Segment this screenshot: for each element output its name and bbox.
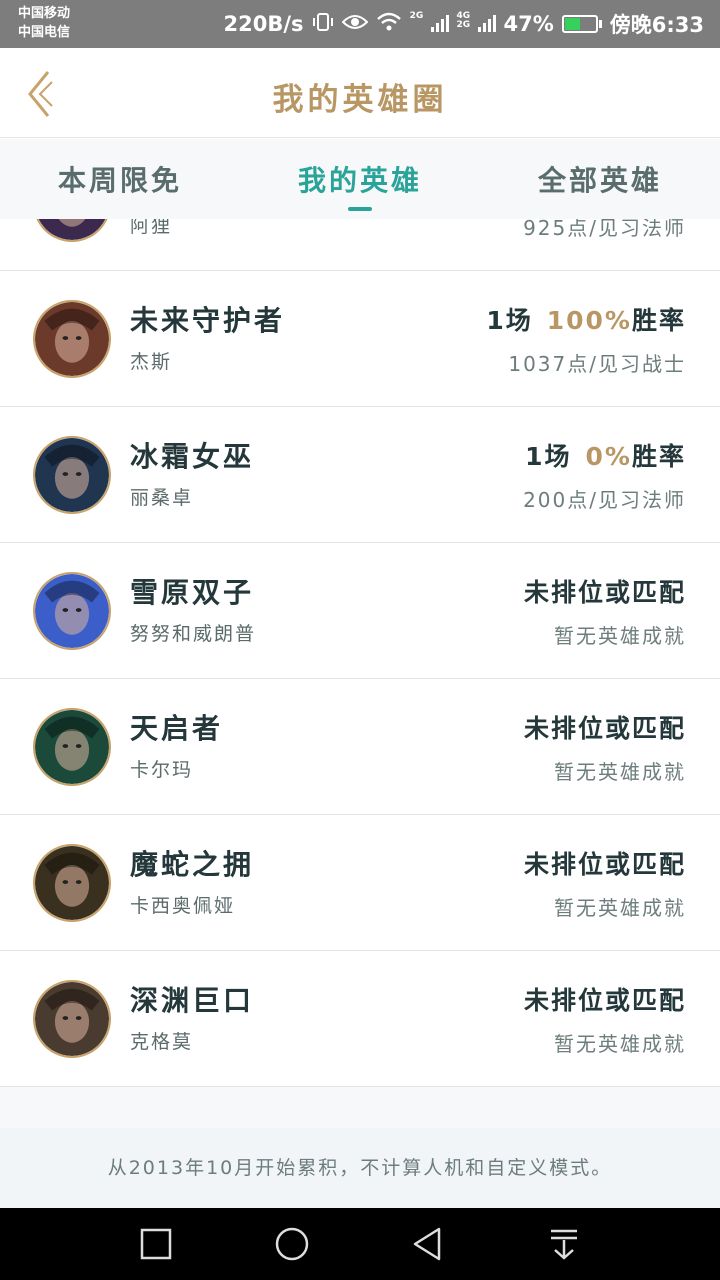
hero-meta: 200点/见习法师 — [523, 488, 686, 512]
carrier-info: 中国移动 中国电信 — [18, 4, 70, 42]
footnote: 从2013年10月开始累积，不计算人机和自定义模式。 — [0, 1128, 720, 1208]
hero-row[interactable]: 冰霜女巫 丽桑卓 1场 0%胜率 200点/见习法师 — [0, 407, 720, 543]
hero-status: 未排位或匹配 — [523, 578, 686, 607]
hero-avatar — [33, 708, 111, 786]
hero-avatar — [33, 219, 111, 242]
hero-portrait-icon — [35, 574, 109, 648]
hero-meta: 925点/见习法师 — [523, 219, 686, 240]
square-icon — [140, 1228, 172, 1260]
hero-meta: 1037点/见习战士 — [508, 352, 686, 376]
hero-title: 阿狸 — [130, 219, 173, 237]
signal-2: 4G 2G — [456, 11, 496, 37]
win-rate-suffix: 胜率 — [631, 442, 686, 471]
clock: 傍晚6:33 — [609, 13, 704, 37]
tab-weekly-free[interactable]: 本周限免 — [0, 159, 240, 199]
win-rate-suffix: 胜率 — [631, 306, 686, 335]
active-tab-indicator — [348, 207, 372, 211]
hero-title: 卡尔玛 — [130, 759, 194, 781]
hero-title: 卡西奥佩娅 — [130, 895, 236, 917]
hero-status: 未排位或匹配 — [523, 850, 686, 879]
hero-portrait-icon — [38, 219, 106, 240]
games-count: 1场 — [486, 306, 533, 335]
wifi-icon — [376, 11, 402, 38]
triangle-back-icon — [413, 1227, 441, 1261]
signal-1: 2G — [409, 10, 449, 37]
carrier-2: 中国电信 — [18, 25, 71, 40]
hero-avatar — [33, 436, 111, 514]
tab-all-heroes[interactable]: 全部英雄 — [480, 159, 720, 199]
circle-home-icon — [275, 1227, 309, 1261]
battery-icon — [561, 15, 602, 33]
hero-portrait-icon — [35, 710, 109, 784]
hero-title: 克格莫 — [130, 1031, 194, 1053]
recents-button[interactable] — [138, 1226, 174, 1262]
win-rate: 0% — [585, 442, 632, 471]
eye-icon — [341, 12, 368, 37]
hero-meta: 暂无英雄成就 — [554, 896, 686, 920]
battery-percent: 47% — [503, 12, 554, 36]
carrier-1: 中国移动 — [18, 6, 71, 21]
status-right: 220B/s 2G 4G 2G 47% 傍晚6:33 — [224, 0, 704, 48]
tab-my-heroes[interactable]: 我的英雄 — [240, 159, 480, 199]
back-nav-button[interactable] — [410, 1226, 446, 1262]
hero-status: 未排位或匹配 — [523, 986, 686, 1015]
hero-row[interactable]: 未来守护者 杰斯 1场 100%胜率 1037点/见习战士 — [0, 271, 720, 407]
network-label-1: 2G — [409, 10, 424, 21]
hero-row[interactable]: 魔蛇之拥 卡西奥佩娅 未排位或匹配 暂无英雄成就 — [0, 815, 720, 951]
notification-button[interactable] — [546, 1226, 582, 1262]
hero-title: 杰斯 — [130, 351, 173, 373]
hero-name: 魔蛇之拥 — [130, 848, 255, 881]
status-bar: 中国移动 中国电信 220B/s 2G 4G 2G 47% 傍晚6:33 — [0, 0, 720, 48]
hero-row[interactable]: 深渊巨口 克格莫 未排位或匹配 暂无英雄成就 — [0, 951, 720, 1087]
hero-portrait-icon — [35, 302, 109, 376]
app-header: 我的英雄圈 — [0, 48, 720, 138]
hero-row[interactable]: 雪原双子 努努和威朗普 未排位或匹配 暂无英雄成就 — [0, 543, 720, 679]
hero-meta: 暂无英雄成就 — [554, 1032, 686, 1056]
hero-portrait-icon — [35, 982, 109, 1056]
notification-down-icon — [551, 1229, 577, 1260]
hero-list[interactable]: 九尾妖狐 阿狸 1场100%胜率 925点/见习法师 未来守护者 杰斯 1场 10… — [0, 219, 720, 1128]
system-nav-bar — [0, 1208, 720, 1280]
tab-bar: 本周限免 我的英雄 全部英雄 — [0, 139, 720, 219]
hero-name: 冰霜女巫 — [130, 440, 255, 473]
hero-title: 努努和威朗普 — [130, 623, 257, 645]
hero-avatar — [33, 980, 111, 1058]
hero-name: 深渊巨口 — [130, 984, 255, 1017]
network-label-3: 2G — [456, 19, 471, 30]
hero-avatar — [33, 844, 111, 922]
hero-portrait-icon — [35, 438, 109, 512]
hero-avatar — [33, 300, 111, 378]
hero-row[interactable]: 天启者 卡尔玛 未排位或匹配 暂无英雄成就 — [0, 679, 720, 815]
hero-row[interactable]: 九尾妖狐 阿狸 1场100%胜率 925点/见习法师 — [0, 219, 720, 271]
hero-stats: 1场 0%胜率 — [525, 437, 686, 473]
hero-name: 雪原双子 — [130, 576, 255, 609]
hero-portrait-icon — [35, 846, 109, 920]
hero-status: 未排位或匹配 — [523, 714, 686, 743]
hero-title: 丽桑卓 — [130, 487, 194, 509]
hero-name: 天启者 — [130, 712, 224, 745]
hero-avatar — [33, 572, 111, 650]
net-speed: 220B/s — [223, 12, 304, 36]
hero-meta: 暂无英雄成就 — [554, 624, 686, 648]
hero-name: 未来守护者 — [130, 304, 286, 337]
win-rate: 100% — [546, 306, 632, 335]
home-button[interactable] — [274, 1226, 310, 1262]
games-count: 1场 — [525, 442, 572, 471]
page-title: 我的英雄圈 — [272, 82, 448, 118]
hero-meta: 暂无英雄成就 — [554, 760, 686, 784]
hero-stats: 1场 100%胜率 — [486, 301, 686, 337]
vibrate-icon — [312, 11, 334, 38]
